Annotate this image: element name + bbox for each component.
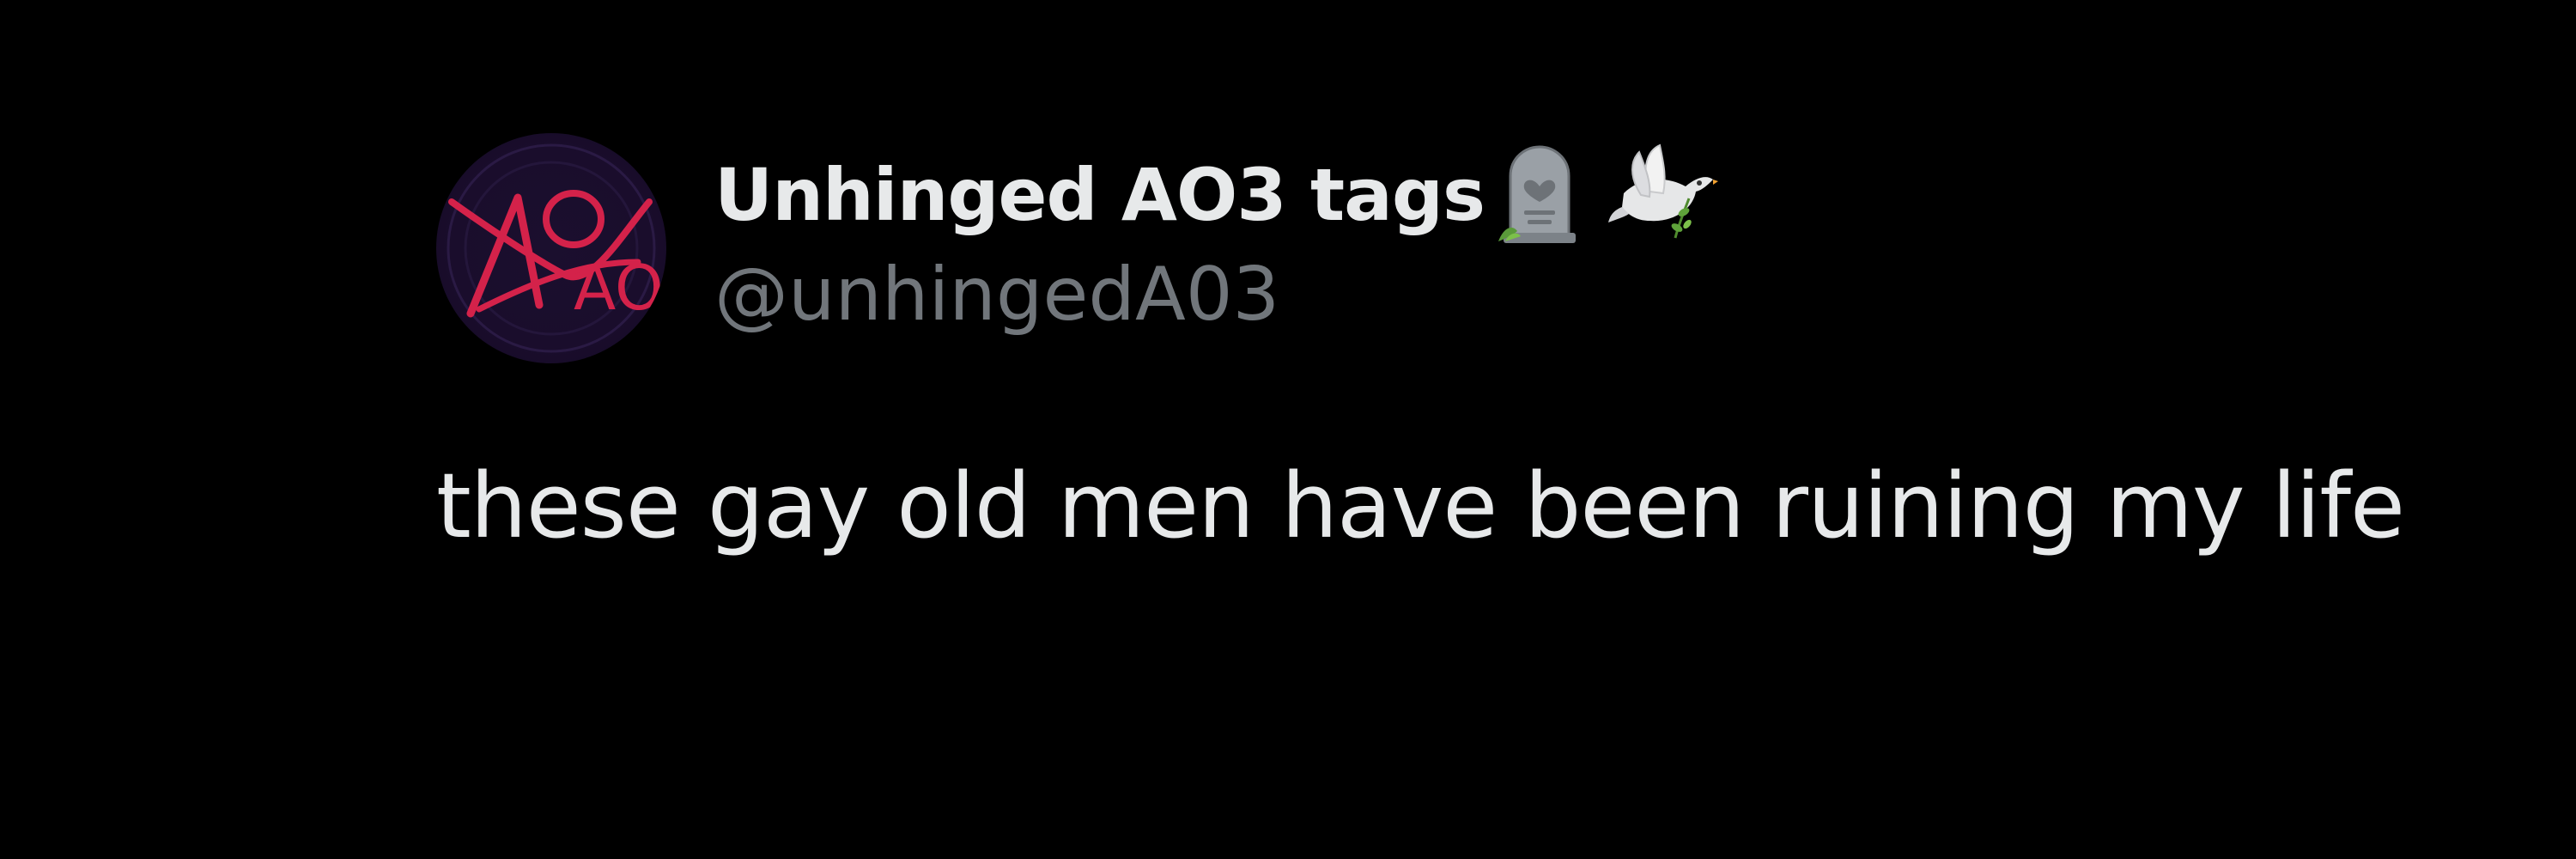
display-name[interactable]: Unhinged AO3 tags (714, 153, 1485, 237)
tweet-card: AO3 Unhinged AO3 tags (436, 133, 2411, 558)
author-handle[interactable]: @unhingedA03 (714, 252, 1718, 338)
avatar-logo-text: AO3 (574, 252, 666, 324)
display-name-row: Unhinged AO3 tags (714, 143, 1718, 247)
author-names: Unhinged AO3 tags @unhingedA03 (714, 133, 1718, 338)
tweet-header: AO3 Unhinged AO3 tags (436, 133, 2411, 363)
avatar[interactable]: AO3 (436, 133, 666, 363)
headstone-emoji-icon (1492, 142, 1588, 248)
tweet-text: these gay old men have been ruining my l… (436, 454, 2405, 558)
dove-emoji-icon (1607, 142, 1718, 248)
ao3-logo-icon: AO3 (447, 143, 666, 353)
